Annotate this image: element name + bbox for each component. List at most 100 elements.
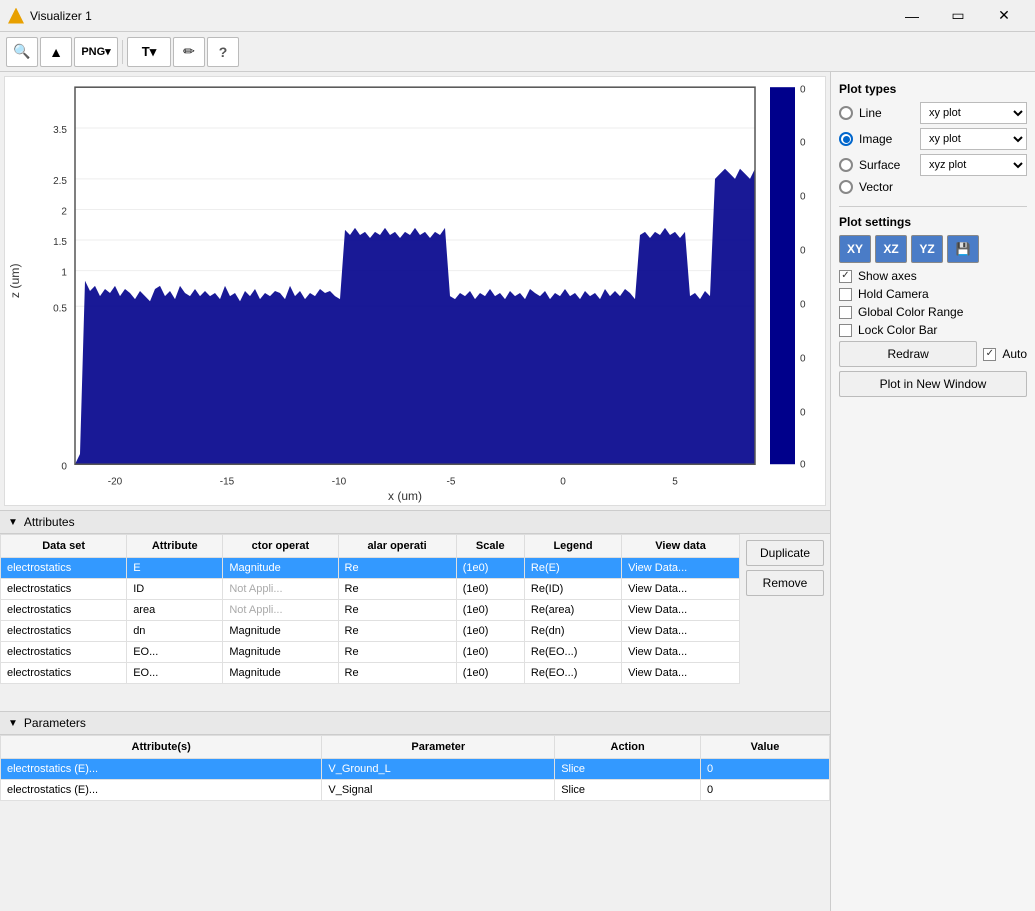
table-row[interactable]: electrostaticsareaNot Appli...Re(1e0)Re(… xyxy=(1,600,740,621)
parameters-table: Attribute(s) Parameter Action Value elec… xyxy=(0,735,830,801)
plot-type-vector-row: Vector xyxy=(839,180,1027,194)
svg-text:1.5: 1.5 xyxy=(53,237,67,248)
hold-camera-row: Hold Camera xyxy=(839,287,1027,301)
help-button[interactable]: ? xyxy=(207,37,239,67)
col-alar: alar operati xyxy=(338,535,456,558)
svg-text:0: 0 xyxy=(61,461,67,472)
attributes-arrow: ▼ xyxy=(8,517,18,528)
svg-text:0: 0 xyxy=(800,299,806,310)
image-radio[interactable] xyxy=(839,132,853,146)
param-col-value: Value xyxy=(701,736,830,759)
plot-in-new-window-button[interactable]: Plot in New Window xyxy=(839,371,1027,397)
attributes-table-scroll[interactable]: Data set Attribute ctor operat alar oper… xyxy=(0,534,740,711)
plot-type-surface-row: Surface xyz plot xyxy=(839,154,1027,176)
col-scale: Scale xyxy=(456,535,524,558)
xz-axis-button[interactable]: XZ xyxy=(875,235,907,263)
plot-types-section: Plot types Line xy plot Image xy plot xyxy=(839,82,1027,198)
attributes-header[interactable]: ▼ Attributes xyxy=(0,510,830,534)
plot-settings-title: Plot settings xyxy=(839,215,1027,229)
table-row[interactable]: electrostaticsIDNot Appli...Re(1e0)Re(ID… xyxy=(1,579,740,600)
parameters-section: ▼ Parameters Attribute(s) Parameter Acti… xyxy=(0,711,830,911)
attributes-content: Data set Attribute ctor operat alar oper… xyxy=(0,534,830,711)
table-row[interactable]: electrostatics (E)...V_Ground_LSlice0 xyxy=(1,759,830,780)
svg-text:0: 0 xyxy=(560,477,566,488)
svg-text:-15: -15 xyxy=(220,477,235,488)
main-layout: z (um) 3.5 2.5 2 1.5 1 0.5 0 -20 -15 xyxy=(0,72,1035,911)
text-button[interactable]: T▾ xyxy=(127,37,171,67)
global-color-range-checkbox[interactable] xyxy=(839,306,852,319)
close-button[interactable]: ✕ xyxy=(981,0,1027,32)
table-row[interactable]: electrostaticsdnMagnitudeRe(1e0)Re(dn)Vi… xyxy=(1,621,740,642)
vector-radio[interactable] xyxy=(839,180,853,194)
show-axes-row: Show axes xyxy=(839,269,1027,283)
svg-text:0: 0 xyxy=(800,191,806,202)
hold-camera-checkbox[interactable] xyxy=(839,288,852,301)
duplicate-button[interactable]: Duplicate xyxy=(746,540,824,566)
hold-camera-label: Hold Camera xyxy=(858,287,929,301)
svg-text:z (um): z (um) xyxy=(8,263,22,298)
table-row[interactable]: electrostaticsEO...MagnitudeRe(1e0)Re(EO… xyxy=(1,663,740,684)
save-view-button[interactable]: 💾 xyxy=(947,235,979,263)
zoom-button[interactable]: 🔍 xyxy=(6,37,38,67)
xy-axis-button[interactable]: XY xyxy=(839,235,871,263)
svg-text:1: 1 xyxy=(61,268,67,279)
right-panel: Plot types Line xy plot Image xy plot xyxy=(830,72,1035,911)
window-controls: — ▭ ✕ xyxy=(889,0,1027,32)
auto-checkbox[interactable] xyxy=(983,348,996,361)
toolbar: 🔍 ▲ PNG▾ T▾ ✏ ? xyxy=(0,32,1035,72)
col-ctor: ctor operat xyxy=(223,535,338,558)
show-axes-checkbox[interactable] xyxy=(839,270,852,283)
svg-text:0.5: 0.5 xyxy=(53,303,67,314)
vector-label: Vector xyxy=(859,180,914,194)
line-select[interactable]: xy plot xyxy=(920,102,1027,124)
lock-color-bar-row: Lock Color Bar xyxy=(839,323,1027,337)
plot-types-title: Plot types xyxy=(839,82,1027,96)
redraw-button[interactable]: Redraw xyxy=(839,341,977,367)
parameters-header[interactable]: ▼ Parameters xyxy=(0,711,830,735)
plot-type-image-row: Image xy plot xyxy=(839,128,1027,150)
surface-select[interactable]: xyz plot xyxy=(920,154,1027,176)
titlebar: Visualizer 1 — ▭ ✕ xyxy=(0,0,1035,32)
svg-text:0: 0 xyxy=(800,459,806,470)
lock-color-bar-checkbox[interactable] xyxy=(839,324,852,337)
maximize-button[interactable]: ▭ xyxy=(935,0,981,32)
surface-label: Surface xyxy=(859,158,914,172)
attributes-side-buttons: Duplicate Remove xyxy=(740,534,830,711)
divider1 xyxy=(839,206,1027,207)
parameters-title: Parameters xyxy=(24,716,86,730)
svg-text:-10: -10 xyxy=(332,477,347,488)
remove-button[interactable]: Remove xyxy=(746,570,824,596)
params-table-scroll[interactable]: Attribute(s) Parameter Action Value elec… xyxy=(0,735,830,911)
svg-text:2.5: 2.5 xyxy=(53,176,67,187)
param-col-attr: Attribute(s) xyxy=(1,736,322,759)
svg-text:0: 0 xyxy=(800,137,806,148)
image-select[interactable]: xy plot xyxy=(920,128,1027,150)
parameters-arrow: ▼ xyxy=(8,718,18,729)
pencil-button[interactable]: ✏ xyxy=(173,37,205,67)
line-radio[interactable] xyxy=(839,106,853,120)
plot-svg: z (um) 3.5 2.5 2 1.5 1 0.5 0 -20 -15 xyxy=(5,77,825,505)
col-legend: Legend xyxy=(524,535,621,558)
table-row[interactable]: electrostaticsEMagnitudeRe(1e0)Re(E)View… xyxy=(1,558,740,579)
image-label: Image xyxy=(859,132,914,146)
line-label: Line xyxy=(859,106,914,120)
col-attribute: Attribute xyxy=(127,535,223,558)
attributes-table-container: Data set Attribute ctor operat alar oper… xyxy=(0,534,830,711)
yz-axis-button[interactable]: YZ xyxy=(911,235,943,263)
png-button[interactable]: PNG▾ xyxy=(74,37,118,67)
table-row[interactable]: electrostaticsEO...MagnitudeRe(1e0)Re(EO… xyxy=(1,642,740,663)
svg-text:5: 5 xyxy=(672,477,678,488)
show-axes-label: Show axes xyxy=(858,269,917,283)
svg-text:-5: -5 xyxy=(447,477,456,488)
svg-text:-20: -20 xyxy=(108,477,123,488)
surface-radio[interactable] xyxy=(839,158,853,172)
svg-text:0: 0 xyxy=(800,407,806,418)
app-icon xyxy=(8,8,24,24)
minimize-button[interactable]: — xyxy=(889,0,935,32)
plot-area: z (um) 3.5 2.5 2 1.5 1 0.5 0 -20 -15 xyxy=(4,76,826,506)
svg-text:0: 0 xyxy=(800,353,806,364)
svg-text:0: 0 xyxy=(800,245,806,256)
plot-settings-section: Plot settings XY XZ YZ 💾 Show axes Hold … xyxy=(839,215,1027,397)
table-row[interactable]: electrostatics (E)...V_SignalSlice0 xyxy=(1,780,830,801)
mountain-button[interactable]: ▲ xyxy=(40,37,72,67)
